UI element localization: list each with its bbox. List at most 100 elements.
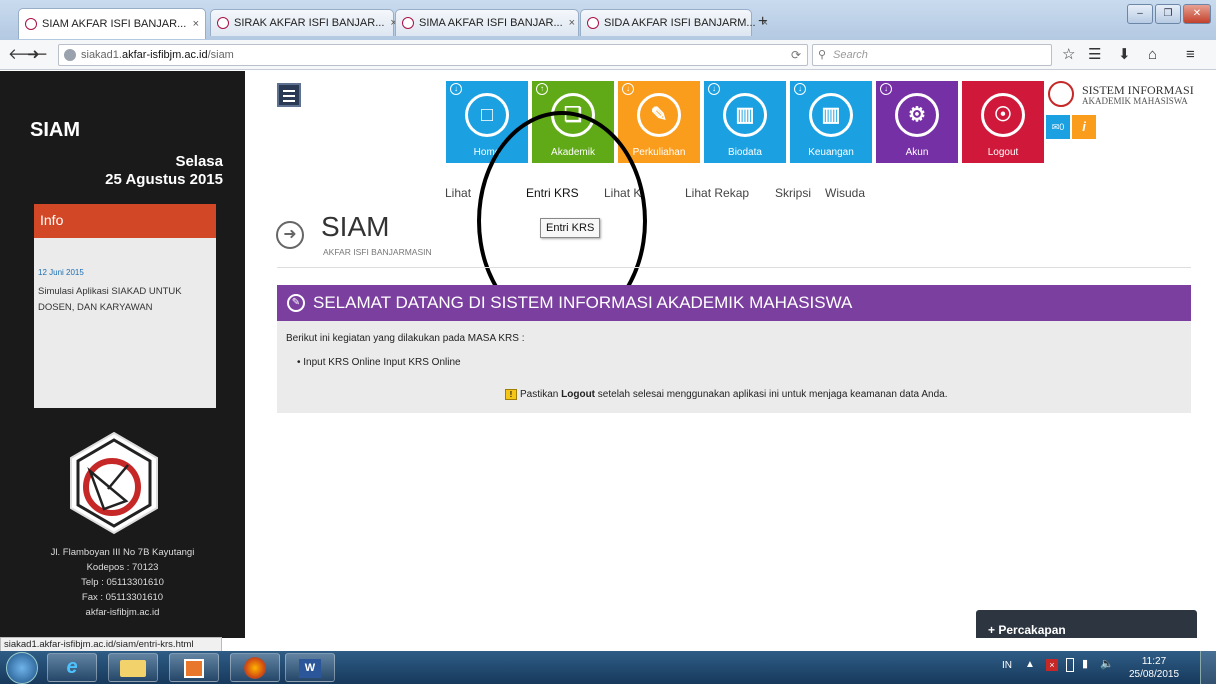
intro-text: Berikut ini kegiatan yang dilakukan pada… [286, 333, 525, 344]
volume-icon[interactable]: 🔈 [1100, 657, 1114, 670]
address-line: Jl. Flamboyan III No 7B Kayutangi [50, 547, 195, 558]
clock-date: 25/08/2015 [1128, 669, 1180, 680]
clock[interactable]: 11:27 25/08/2015 [1124, 655, 1184, 681]
address-line: Kodepos : 70123 [86, 562, 159, 573]
minimize-button[interactable]: – [1127, 4, 1153, 24]
download-icon: ↓ [708, 83, 720, 95]
page-subtitle: AKFAR ISFI BANJARMASIN [323, 247, 432, 257]
tab-label: SIMA AKFAR ISFI BANJAR... [419, 17, 563, 29]
tile-biodata[interactable]: ↓ ▥ Biodata [704, 81, 786, 163]
close-window-button[interactable]: ✕ [1183, 4, 1211, 24]
warning-icon: ! [505, 389, 517, 400]
college-logo [70, 431, 158, 535]
network-warning-icon[interactable]: × [1046, 659, 1058, 671]
logout-note: ! Pastikan Logout setelah selesai menggun… [505, 389, 947, 400]
sidebar: SIAM Selasa 25 Agustus 2015 Info 12 Juni… [0, 71, 245, 653]
tile-akun[interactable]: ↓ ⚙ Akun [876, 81, 958, 163]
list-item: • Input KRS Online Input KRS Online [297, 357, 461, 368]
new-tab-button[interactable]: + [758, 13, 767, 31]
address-block: Jl. Flamboyan III No 7B Kayutangi Kodepo… [0, 545, 245, 620]
tab-close-icon[interactable]: × [563, 17, 575, 29]
favicon-icon [217, 17, 229, 29]
address-line: Telp : 05113301610 [81, 577, 164, 588]
tile-label: Logout [987, 147, 1019, 158]
ie-icon[interactable]: e [47, 653, 97, 682]
tab-label: SIAM AKFAR ISFI BANJAR... [42, 18, 187, 30]
arrow-right-icon: ➜ [276, 221, 304, 249]
tab-siam[interactable]: SIAM AKFAR ISFI BANJAR... × [18, 8, 206, 39]
submenu-lihat-rekap[interactable]: Lihat Rekap [685, 186, 749, 200]
page-title: SIAM [321, 211, 390, 242]
tab-label: SIDA AKFAR ISFI BANJARM... [604, 17, 756, 29]
note-bold: Logout [561, 389, 596, 400]
tile-logout[interactable]: ☉ Logout [962, 81, 1044, 163]
folder-icon[interactable] [108, 653, 158, 682]
word-icon[interactable]: W [285, 653, 335, 682]
download-icon: ↓ [450, 83, 462, 95]
tile-label: Keuangan [808, 147, 854, 158]
welcome-body: Berikut ini kegiatan yang dilakukan pada… [277, 321, 1191, 413]
info-panel: 12 Juni 2015 Simulasi Aplikasi SIAKAD UN… [34, 238, 216, 408]
unlock-icon: ☉ [981, 93, 1025, 137]
bullet-text: Input KRS Online Input KRS Online [303, 357, 461, 368]
search-input[interactable]: ⚲ Search [812, 44, 1052, 66]
address-line: Fax : 05113301610 [81, 592, 164, 603]
divider [277, 267, 1191, 268]
search-placeholder: Search [833, 49, 868, 61]
pencil-icon: ✎ [287, 294, 305, 312]
bar-chart-icon: ▥ [809, 93, 853, 137]
tile-keuangan[interactable]: ↓ ▥ Keuangan [790, 81, 872, 163]
welcome-banner: ✎ SELAMAT DATANG DI SISTEM INFORMASI AKA… [277, 285, 1191, 321]
tile-label: Akun [905, 147, 929, 158]
forward-arrow-icon[interactable]: ➜ [27, 46, 40, 64]
firefox-icon[interactable] [230, 653, 280, 682]
hamburger-menu-icon[interactable] [277, 83, 301, 107]
download-icon[interactable]: ⬇ [1118, 46, 1131, 64]
main-content: ↓ □ Home ↑ ❏ Akademik ↓ ✎ Perkuliahan ↓ … [245, 71, 1216, 638]
tile-perkuliahan[interactable]: ↓ ✎ Perkuliahan [618, 81, 700, 163]
bookmark-star-icon[interactable]: ☆ [1062, 46, 1075, 64]
language-indicator[interactable]: IN [1002, 660, 1012, 671]
clock-time: 11:27 [1141, 656, 1167, 667]
tab-close-icon[interactable]: × [187, 18, 199, 30]
signal-icon[interactable]: ▮ [1082, 657, 1088, 670]
tray-arrow-icon[interactable]: ▲ [1025, 659, 1035, 670]
download-icon: ↓ [794, 83, 806, 95]
browser-nav-bar: 🡐 ➜ siakad1.akfar-isfibjm.ac.id/siam ⟳ ⚲… [0, 40, 1216, 70]
battery-icon[interactable] [1066, 658, 1074, 672]
mail-badge[interactable]: ✉0 [1046, 115, 1070, 139]
note-post: setelah selesai menggunakan aplikasi ini… [595, 389, 948, 400]
submenu-wisuda[interactable]: Wisuda [825, 186, 865, 200]
tab-sida[interactable]: SIDA AKFAR ISFI BANJARM... × [580, 9, 768, 36]
menu-icon[interactable]: ≡ [1186, 46, 1195, 64]
reload-icon[interactable]: ⟳ [791, 45, 801, 65]
date-label: 25 Agustus 2015 [105, 171, 223, 188]
bar-chart-icon: ▥ [723, 93, 767, 137]
media-player-icon[interactable] [169, 653, 219, 682]
home-icon[interactable]: ⌂ [1148, 46, 1157, 64]
address-bar[interactable]: siakad1.akfar-isfibjm.ac.id/siam ⟳ [58, 44, 808, 66]
download-icon: ↓ [622, 83, 634, 95]
submenu-lihat-krs[interactable]: Lihat [445, 186, 471, 200]
start-button[interactable] [6, 652, 38, 684]
info-text: Simulasi Aplikasi SIAKAD UNTUK DOSEN, DA… [38, 286, 182, 313]
submenu-skripsi[interactable]: Skripsi [775, 186, 811, 200]
brand-logo-icon [1048, 81, 1074, 107]
maximize-button[interactable]: ❐ [1155, 4, 1181, 24]
globe-icon [64, 49, 76, 61]
info-icon[interactable]: i [1072, 115, 1096, 139]
chat-widget[interactable]: + Percakapan [976, 610, 1197, 638]
search-icon: ⚲ [818, 49, 827, 61]
brand-subtitle: AKADEMIK MAHASISWA [1082, 96, 1188, 106]
bookmarks-list-icon[interactable]: ☰ [1088, 46, 1101, 64]
show-desktop-button[interactable] [1200, 651, 1216, 684]
info-date: 12 Juni 2015 [38, 268, 84, 277]
url-domain: akfar-isfibjm.ac.id [121, 49, 208, 61]
tab-label: SIRAK AKFAR ISFI BANJAR... [234, 17, 385, 29]
app-name: SIAM [30, 119, 80, 141]
note-pre: Pastikan [520, 389, 562, 400]
url-prefix: siakad1. [81, 49, 122, 61]
tab-sima[interactable]: SIMA AKFAR ISFI BANJAR... × [395, 9, 579, 36]
gear-icon: ⚙ [895, 93, 939, 137]
tab-sirak[interactable]: SIRAK AKFAR ISFI BANJAR... × [210, 9, 397, 36]
